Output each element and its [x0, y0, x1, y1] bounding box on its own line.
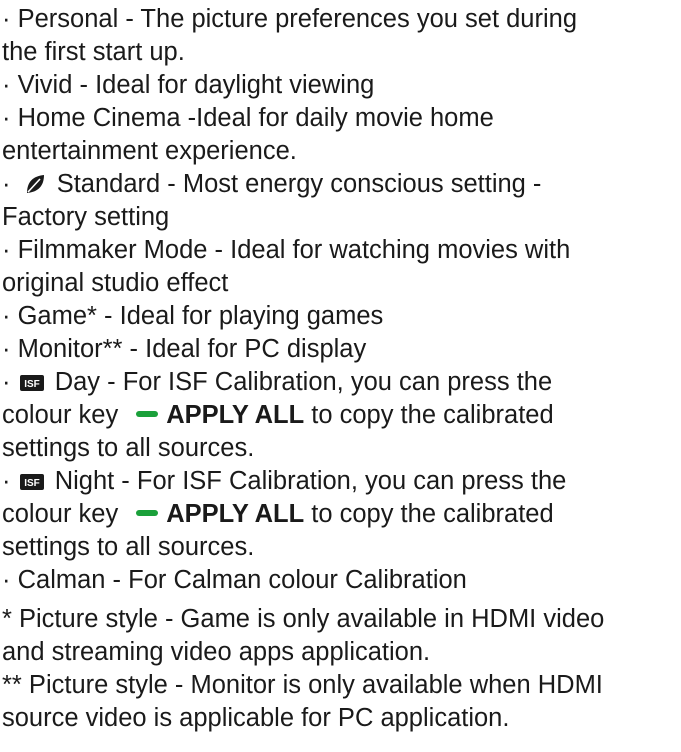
- list-item-isf-day-cont2: settings to all sources.: [2, 432, 681, 465]
- bullet: ·: [2, 467, 11, 495]
- item-text: entertainment experience.: [2, 137, 297, 165]
- list-item-home-cinema: · Home Cinema -Ideal for daily movie hom…: [2, 102, 681, 135]
- item-text: colour key: [2, 500, 119, 528]
- bullet: ·: [2, 170, 11, 198]
- eco-leaf-icon: [24, 171, 46, 204]
- bullet: ·: [2, 566, 11, 594]
- item-text: Factory setting: [2, 203, 170, 231]
- list-item-isf-night: · ISF Night - For ISF Calibration, you c…: [2, 465, 681, 498]
- apply-all-label: APPLY ALL: [166, 401, 305, 429]
- item-text: Personal - The picture preferences you s…: [17, 5, 578, 33]
- item-text: Vivid - Ideal for daylight viewing: [17, 71, 375, 99]
- item-text: settings to all sources.: [2, 533, 255, 561]
- footnote-monitor: ** Picture style - Monitor is only avail…: [2, 671, 603, 699]
- item-text: Day - For ISF Calibration, you can press…: [54, 368, 553, 396]
- item-text: original studio effect: [2, 269, 229, 297]
- isf-badge-text: ISF: [24, 478, 40, 489]
- green-color-key-icon: [136, 411, 159, 418]
- item-text: Standard - Most energy conscious setting…: [56, 170, 542, 198]
- bullet: ·: [2, 302, 11, 330]
- item-text: Monitor** - Ideal for PC display: [17, 335, 367, 363]
- item-text: Night - For ISF Calibration, you can pre…: [54, 467, 567, 495]
- item-text: colour key: [2, 401, 119, 429]
- apply-all-label: APPLY ALL: [166, 500, 305, 528]
- bullet: ·: [2, 5, 11, 33]
- item-text: Filmmaker Mode - Ideal for watching movi…: [17, 236, 571, 264]
- list-item-isf-day-cont: colour key APPLY ALL to copy the calibrat…: [2, 399, 681, 432]
- isf-badge-icon: ISF: [19, 467, 44, 500]
- bullet: ·: [2, 236, 11, 264]
- list-item-vivid: · Vivid - Ideal for daylight viewing: [2, 69, 681, 102]
- item-text: to copy the calibrated: [311, 401, 554, 429]
- isf-badge-text: ISF: [24, 379, 40, 390]
- list-item-personal: · Personal - The picture preferences you…: [2, 3, 681, 36]
- list-item-calman: · Calman - For Calman colour Calibration: [2, 564, 681, 597]
- bullet: ·: [2, 335, 11, 363]
- green-color-key-icon: [136, 510, 159, 517]
- list-item-game: · Game* - Ideal for playing games: [2, 300, 681, 333]
- list-item-filmmaker: · Filmmaker Mode - Ideal for watching mo…: [2, 234, 681, 267]
- list-item-standard-cont: Factory setting: [2, 201, 681, 234]
- footnote-game: * Picture style - Game is only available…: [2, 605, 605, 633]
- list-item-filmmaker-cont: original studio effect: [2, 267, 681, 300]
- list-item-isf-night-cont2: settings to all sources.: [2, 531, 681, 564]
- item-text: settings to all sources.: [2, 434, 255, 462]
- item-text: Calman - For Calman colour Calibration: [17, 566, 467, 594]
- bullet: ·: [2, 368, 11, 396]
- picture-style-description: · Personal - The picture preferences you…: [0, 0, 681, 735]
- footnote-game-cont: and streaming video apps application.: [2, 638, 431, 666]
- list-item-home-cinema-cont: entertainment experience.: [2, 135, 681, 168]
- list-item-isf-day: · ISF Day - For ISF Calibration, you can…: [2, 366, 681, 399]
- bullet: ·: [2, 71, 11, 99]
- item-text: Game* - Ideal for playing games: [17, 302, 384, 330]
- item-text: Home Cinema -Ideal for daily movie home: [17, 104, 494, 132]
- list-item-personal-cont: the first start up.: [2, 36, 681, 69]
- item-text: to copy the calibrated: [311, 500, 554, 528]
- list-item-standard: · Standard - Most energy conscious setti…: [2, 168, 681, 201]
- list-item-isf-night-cont: colour key APPLY ALL to copy the calibrat…: [2, 498, 681, 531]
- item-text: the first start up.: [2, 38, 185, 66]
- isf-badge-icon: ISF: [19, 368, 44, 401]
- list-item-monitor: · Monitor** - Ideal for PC display: [2, 333, 681, 366]
- footnote-monitor-cont: source video is applicable for PC applic…: [2, 704, 510, 732]
- bullet: ·: [2, 104, 11, 132]
